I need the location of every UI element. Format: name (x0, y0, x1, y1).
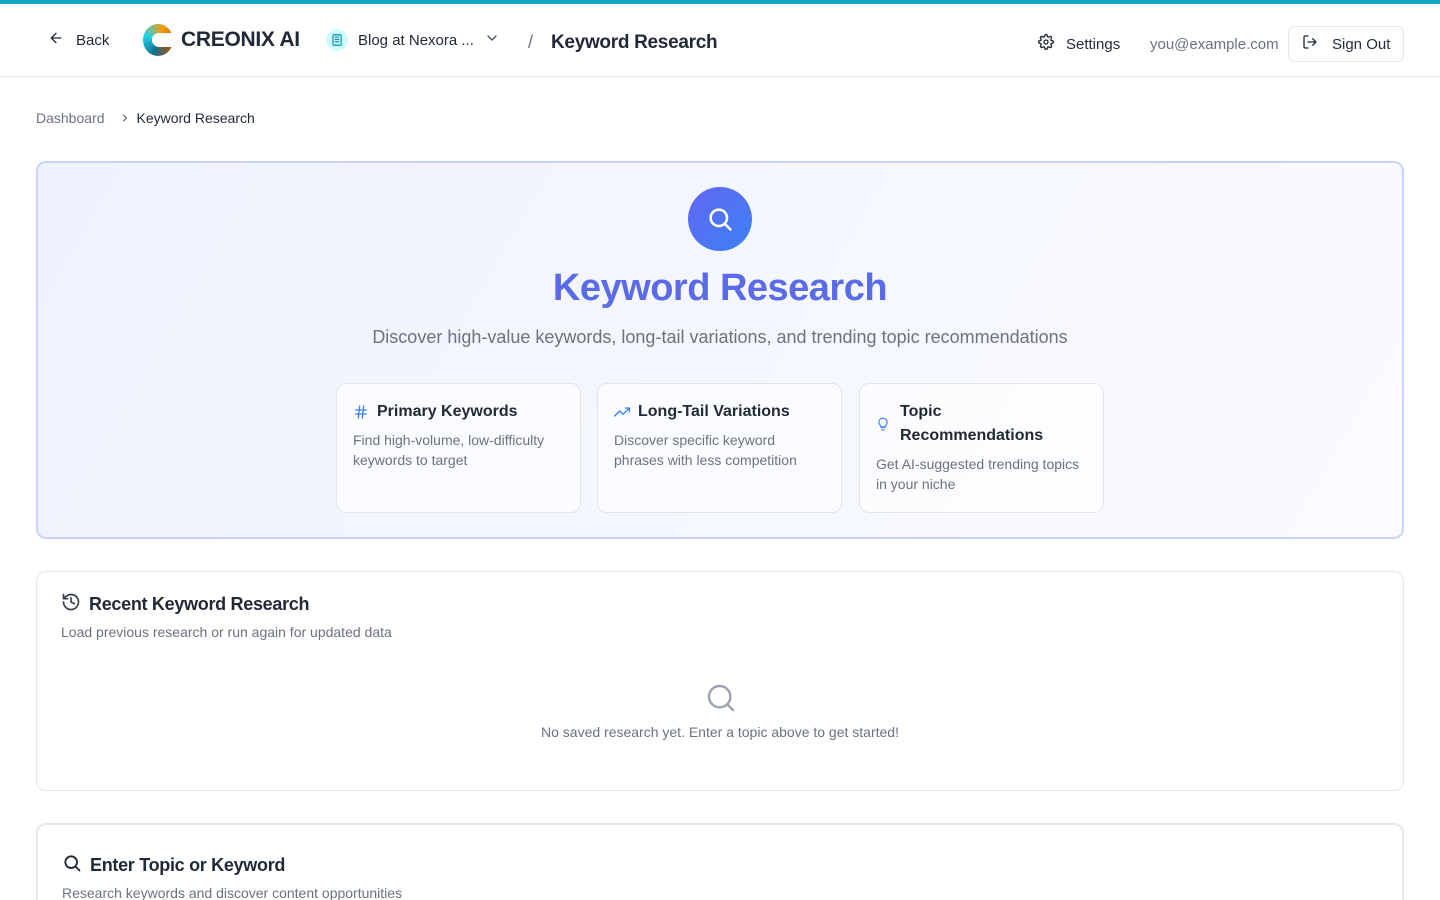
arrow-left-icon (48, 30, 64, 50)
feature-title: Long-Tail Variations (638, 403, 790, 420)
hero-title: Keyword Research (552, 267, 888, 309)
search-icon (688, 187, 752, 251)
feature-title: Topic Recommendations (900, 403, 1044, 444)
breadcrumb: Dashboard Keyword Research (36, 110, 255, 126)
breadcrumb-dashboard[interactable]: Dashboard (36, 110, 105, 126)
blog-icon (326, 29, 348, 51)
feature-description: Get AI-suggested trending topics in your… (876, 456, 1080, 492)
settings-label: Settings (1066, 35, 1121, 53)
back-label: Back (76, 31, 110, 49)
recent-title: Recent Keyword Research (89, 594, 310, 614)
blog-selector-label: Blog at Nexora ... (358, 31, 474, 49)
hash-icon (353, 400, 369, 424)
gear-icon (1038, 34, 1054, 54)
empty-state-text: No saved research yet. Enter a topic abo… (541, 724, 899, 740)
sign-out-button[interactable]: Sign Out (1288, 26, 1404, 62)
search-icon (705, 682, 737, 719)
trending-up-icon (614, 400, 630, 424)
chevron-right-icon (119, 112, 131, 124)
topic-input-title: Enter Topic or Keyword (90, 855, 286, 875)
brand-logo[interactable]: CREONIX AI (143, 24, 300, 56)
app-header: Back CREONIX AI Blog at Nexora ... / Key… (0, 4, 1440, 77)
sign-out-label: Sign Out (1332, 35, 1391, 53)
feature-card-primary-keywords: Primary Keywords Find high-volume, low-d… (336, 383, 581, 513)
header-page-title: Keyword Research (551, 32, 718, 53)
recent-research-card: Recent Keyword Research Load previous re… (36, 571, 1404, 791)
hero-panel: Keyword Research Discover high-value key… (36, 161, 1404, 539)
brand-name: CREONIX AI (181, 28, 300, 51)
history-icon (61, 592, 81, 617)
search-icon (62, 853, 82, 878)
feature-description: Find high-volume, low-difficulty keyword… (353, 432, 545, 468)
topic-input-subtitle: Research keywords and discover content o… (62, 885, 403, 900)
feature-card-topic-recommendations: Topic Recommendations Get AI-suggested t… (859, 383, 1104, 513)
feature-card-long-tail: Long-Tail Variations Discover specific k… (597, 383, 842, 513)
breadcrumb-current: Keyword Research (136, 110, 255, 126)
topic-input-card: Enter Topic or Keyword Research keywords… (36, 823, 1404, 900)
chevron-down-icon (484, 30, 500, 50)
header-separator: / (528, 32, 534, 52)
back-button[interactable]: Back (36, 22, 121, 58)
log-out-icon (1302, 34, 1318, 54)
lightbulb-icon (876, 400, 892, 448)
recent-subtitle: Load previous research or run again for … (61, 624, 392, 640)
hero-subtitle: Discover high-value keywords, long-tail … (372, 327, 1068, 347)
blog-selector[interactable]: Blog at Nexora ... (326, 26, 500, 54)
logo-icon (143, 24, 173, 56)
user-email: you@example.com (1150, 36, 1279, 53)
feature-description: Discover specific keyword phrases with l… (614, 432, 797, 468)
feature-title: Primary Keywords (377, 403, 518, 420)
settings-button[interactable]: Settings (1026, 26, 1132, 62)
